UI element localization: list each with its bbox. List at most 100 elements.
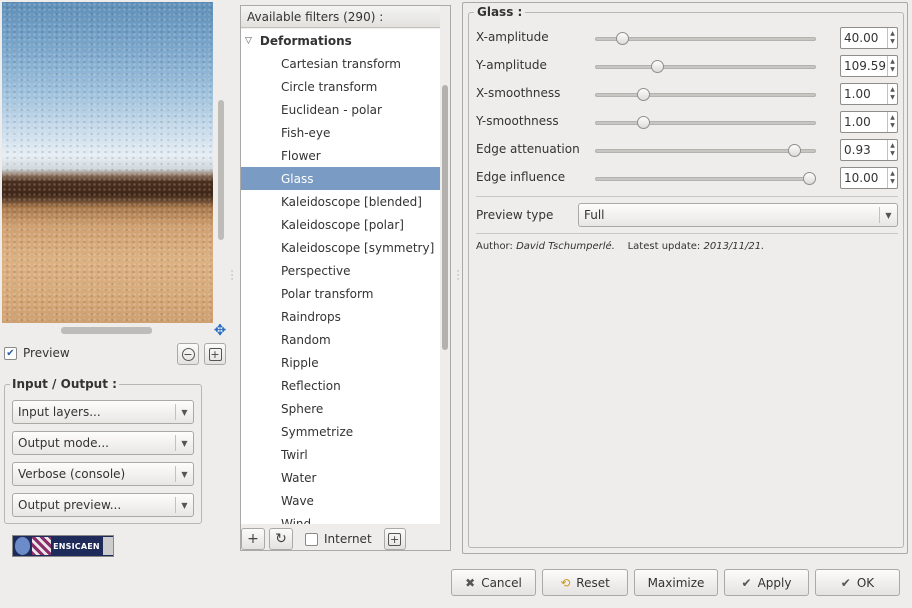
param-label: X-amplitude — [476, 30, 549, 44]
spin-arrows-icon[interactable]: ▲ ▼ — [887, 112, 897, 132]
category-label: Deformations — [259, 33, 352, 48]
slider-handle[interactable] — [803, 172, 816, 185]
filter-item[interactable]: Fish-eye — [241, 121, 440, 144]
spin-arrows-icon[interactable]: ▲ ▼ — [887, 140, 897, 160]
filter-item[interactable]: Flower — [241, 144, 440, 167]
param-label: Edge influence — [476, 170, 566, 184]
update-label: Latest update: — [627, 241, 701, 252]
filter-item[interactable]: Glass — [241, 167, 440, 190]
filter-item[interactable]: Sphere — [241, 397, 440, 420]
slider-handle[interactable] — [651, 60, 665, 73]
spin-arrows-icon[interactable]: ▲ ▼ — [887, 28, 897, 48]
param-value: 109.59 — [844, 59, 886, 73]
update-date: 2013/11/21. — [703, 241, 765, 252]
refresh-button[interactable]: ↻ — [269, 528, 293, 550]
param-slider[interactable] — [595, 121, 816, 125]
filter-item[interactable]: Random — [241, 328, 440, 351]
filter-item[interactable]: Polar transform — [241, 282, 440, 305]
param-slider[interactable] — [595, 65, 816, 69]
param-row: Y-smoothness 1.00 ▲ ▼ — [476, 110, 900, 134]
input-layers-value: Input layers... — [18, 405, 101, 419]
spin-arrows-icon[interactable]: ▲ ▼ — [887, 168, 897, 188]
slider-handle[interactable] — [636, 116, 650, 129]
filter-footer: + ↻ Internet + — [241, 527, 450, 551]
filter-item[interactable]: Euclidean - polar — [241, 98, 440, 121]
preview-checkbox[interactable]: ✔ — [4, 346, 17, 360]
slider-handle[interactable] — [636, 88, 650, 101]
filter-category-deformations[interactable]: ▽ Deformations — [241, 29, 440, 52]
zoom-in-button[interactable]: + — [204, 343, 226, 365]
chevron-down-icon: ▼ — [175, 404, 193, 420]
filter-item[interactable]: Raindrops — [241, 305, 440, 328]
reset-label: Reset — [576, 575, 610, 590]
param-spinbox[interactable]: 1.00 ▲ ▼ — [840, 111, 898, 133]
author-name: David Tschumperlé. — [516, 241, 615, 252]
cancel-button[interactable]: ✖ Cancel — [451, 569, 536, 596]
filter-list-scrollbar[interactable] — [442, 85, 448, 350]
zoom-out-button[interactable]: − — [177, 343, 199, 365]
ensicaen-logo: ENSICAEN — [12, 535, 114, 557]
expand-triangle-icon[interactable]: ▽ — [245, 36, 252, 46]
filter-item[interactable]: Ripple — [241, 351, 440, 374]
right-splitter-handle[interactable]: · · · — [456, 268, 460, 285]
preview-toggle[interactable]: ✔ Preview — [4, 346, 70, 360]
filter-item[interactable]: Wind — [241, 512, 440, 525]
apply-button[interactable]: ✔ Apply — [724, 569, 809, 596]
param-value: 1.00 — [844, 115, 871, 129]
filter-item[interactable]: Kaleidoscope [polar] — [241, 213, 440, 236]
filter-item[interactable]: Symmetrize — [241, 420, 440, 443]
chevron-down-icon: ▼ — [175, 466, 193, 482]
left-splitter-handle[interactable]: · · · — [230, 268, 234, 285]
param-slider[interactable] — [595, 177, 816, 181]
filter-item[interactable]: Twirl — [241, 443, 440, 466]
slider-handle[interactable] — [615, 32, 629, 45]
param-spinbox[interactable]: 40.00 ▲ ▼ — [840, 27, 898, 49]
slider-handle[interactable] — [788, 144, 802, 157]
ok-label: OK — [856, 575, 875, 590]
preview-vertical-scrollbar[interactable] — [218, 100, 224, 240]
preview-type-value: Full — [584, 208, 605, 222]
filter-item[interactable]: Water — [241, 466, 440, 489]
preview-horizontal-scrollbar[interactable] — [61, 327, 152, 334]
preview-type-select[interactable]: Full ▼ — [578, 203, 898, 227]
spin-arrows-icon[interactable]: ▲ ▼ — [887, 56, 897, 76]
move-icon[interactable]: ✥ — [212, 322, 228, 338]
param-label: X-smoothness — [476, 86, 561, 100]
reset-button[interactable]: ⟲ Reset — [542, 569, 628, 596]
maximize-label: Maximize — [647, 575, 705, 590]
param-slider[interactable] — [595, 149, 816, 153]
verbose-select[interactable]: Verbose (console) ▼ — [12, 462, 194, 486]
param-spinbox[interactable]: 109.59 ▲ ▼ — [840, 55, 898, 77]
param-slider[interactable] — [595, 93, 816, 97]
param-spinbox[interactable]: 1.00 ▲ ▼ — [840, 83, 898, 105]
filter-item[interactable]: Kaleidoscope [blended] — [241, 190, 440, 213]
filter-item[interactable]: Perspective — [241, 259, 440, 282]
spin-arrows-icon[interactable]: ▲ ▼ — [887, 84, 897, 104]
output-mode-select[interactable]: Output mode... ▼ — [12, 431, 194, 455]
expand-all-button[interactable]: + — [383, 528, 406, 550]
filter-item[interactable]: Cartesian transform — [241, 52, 440, 75]
maximize-button[interactable]: Maximize — [634, 569, 718, 596]
filter-item[interactable]: Wave — [241, 489, 440, 512]
minus-circle-icon: − — [181, 347, 195, 361]
filter-item[interactable]: Reflection — [241, 374, 440, 397]
output-preview-value: Output preview... — [18, 498, 122, 512]
filter-item[interactable]: Circle transform — [241, 75, 440, 98]
filter-list[interactable]: ▽ Deformations Cartesian transform Circle… — [241, 29, 440, 524]
param-label: Edge attenuation — [476, 142, 580, 156]
internet-checkbox[interactable] — [305, 532, 318, 546]
plus-icon: + — [247, 531, 259, 547]
plus-box-icon: + — [208, 347, 222, 361]
output-preview-select[interactable]: Output preview... ▼ — [12, 493, 194, 517]
add-favorite-button[interactable]: + — [241, 528, 265, 550]
param-value: 40.00 — [844, 31, 879, 45]
ok-button[interactable]: ✔ OK — [815, 569, 900, 596]
filter-item[interactable]: Kaleidoscope [symmetry] — [241, 236, 440, 259]
param-spinbox[interactable]: 10.00 ▲ ▼ — [840, 167, 898, 189]
input-layers-select[interactable]: Input layers... ▼ — [12, 400, 194, 424]
param-spinbox[interactable]: 0.93 ▲ ▼ — [840, 139, 898, 161]
separator — [476, 233, 898, 234]
plus-box-icon: + — [388, 532, 402, 546]
preview-image[interactable] — [2, 2, 213, 323]
internet-toggle[interactable]: Internet — [297, 532, 380, 546]
